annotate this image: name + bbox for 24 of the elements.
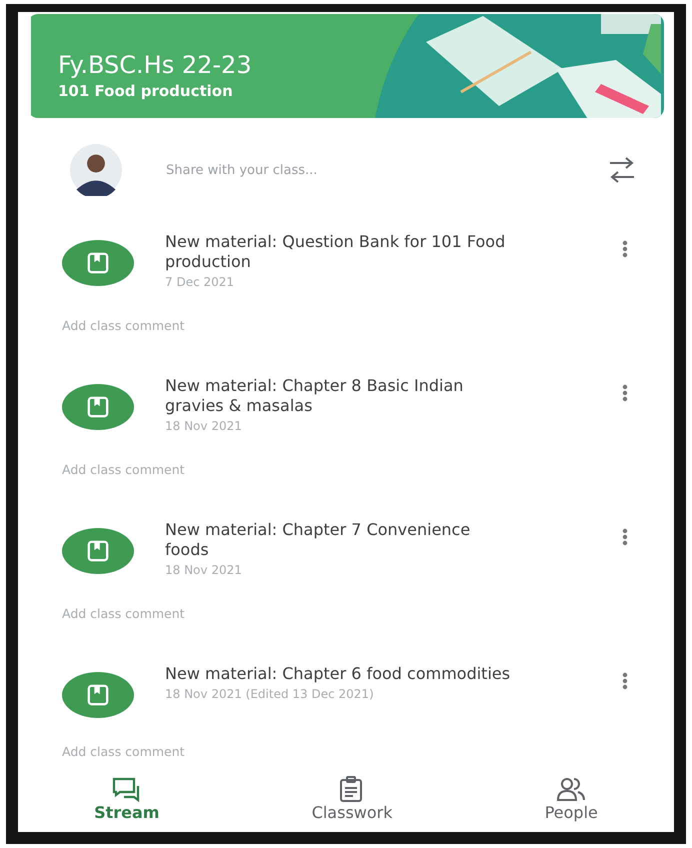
- bookmark-icon: [87, 252, 109, 274]
- stream-icon: [112, 776, 142, 802]
- post-title[interactable]: New material: Chapter 7 Convenience foods: [165, 520, 515, 560]
- bookmark-icon: [87, 396, 109, 418]
- post-title[interactable]: New material: Chapter 6 food commodities: [165, 664, 515, 684]
- post-date: 18 Nov 2021 (Edited 13 Dec 2021): [165, 686, 375, 703]
- bookmark-icon: [87, 684, 109, 706]
- more-icon[interactable]: [622, 528, 628, 546]
- nav-tab[interactable]: Classwork: [296, 774, 408, 832]
- nav-tab[interactable]: People: [528, 774, 614, 832]
- share-field[interactable]: Share with your class...: [164, 162, 606, 178]
- more-icon[interactable]: [622, 240, 628, 258]
- post-date: 7 Dec 2021: [165, 274, 236, 291]
- nav-tab[interactable]: Stream: [78, 774, 176, 832]
- post-date: 18 Nov 2021: [165, 562, 243, 579]
- bookmark-icon: [87, 540, 109, 562]
- class-subtitle: 101 Food production: [58, 81, 234, 102]
- post-title[interactable]: New material: Question Bank for 101 Food production: [165, 232, 515, 272]
- post-title[interactable]: New material: Chapter 8 Basic Indian gravies & masalas: [165, 376, 515, 416]
- more-icon[interactable]: [622, 384, 628, 402]
- post-date: 18 Nov 2021: [165, 418, 243, 435]
- class-title: Fy.BSC.Hs 22-23: [58, 50, 253, 80]
- people-icon: [556, 776, 586, 802]
- more-icon[interactable]: [622, 672, 628, 690]
